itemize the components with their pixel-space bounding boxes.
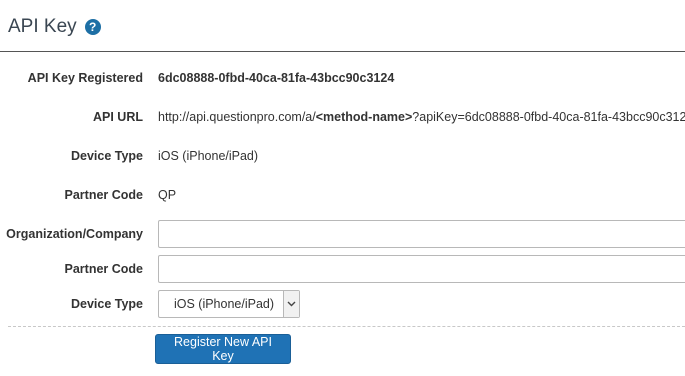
device-type-info-label: Device Type bbox=[70, 149, 143, 163]
device-type-label: Device Type bbox=[70, 297, 143, 311]
partner-code-row: Partner Code bbox=[0, 254, 685, 284]
partner-code-info-label: Partner Code bbox=[64, 188, 144, 202]
help-icon[interactable]: ? bbox=[84, 19, 101, 35]
form-divider bbox=[8, 326, 685, 327]
device-type-selected: iOS (iPhone/iPad) bbox=[173, 297, 275, 311]
api-url-prefix: http://api.questionpro.com/a/ bbox=[158, 110, 316, 124]
api-key-registered-value: 6dc08888-0fbd-40ca-81fa-43bcc90c3124 bbox=[158, 71, 395, 85]
api-key-registered-row: API Key Registered 6dc08888-0fbd-40ca-81… bbox=[0, 63, 685, 93]
api-url-label: API URL bbox=[93, 110, 143, 124]
partner-code-label: Partner Code bbox=[64, 262, 144, 276]
chevron-down-icon[interactable] bbox=[283, 291, 299, 317]
api-url-suffix: ?apiKey=6dc08888-0fbd-40ca-81fa-43bcc90c… bbox=[412, 110, 685, 124]
partner-code-info-value: QP bbox=[158, 188, 177, 202]
api-url-value: http://api.questionpro.com/a/<method-nam… bbox=[158, 110, 685, 124]
organization-row: Organization/Company bbox=[0, 219, 685, 249]
partner-code-info-row: Partner Code QP bbox=[0, 180, 685, 210]
device-type-select[interactable]: iOS (iPhone/iPad) bbox=[158, 290, 300, 318]
device-type-info-value: iOS (iPhone/iPad) bbox=[158, 149, 259, 163]
organization-label: Organization/Company bbox=[6, 227, 143, 241]
header-divider bbox=[0, 51, 685, 52]
partner-code-input[interactable] bbox=[158, 255, 685, 283]
organization-input[interactable] bbox=[158, 220, 685, 248]
device-type-row: Device Type iOS (iPhone/iPad) bbox=[0, 289, 685, 319]
device-type-info-row: Device Type iOS (iPhone/iPad) bbox=[0, 141, 685, 171]
api-key-registered-label: API Key Registered bbox=[27, 71, 143, 85]
page-title: API Key bbox=[8, 16, 77, 37]
api-url-method: <method-name> bbox=[315, 110, 413, 124]
api-url-row: API URL http://api.questionpro.com/a/<me… bbox=[0, 102, 685, 132]
page-header: API Key ? bbox=[8, 14, 101, 40]
register-new-api-key-button[interactable]: Register New API Key bbox=[155, 334, 291, 364]
